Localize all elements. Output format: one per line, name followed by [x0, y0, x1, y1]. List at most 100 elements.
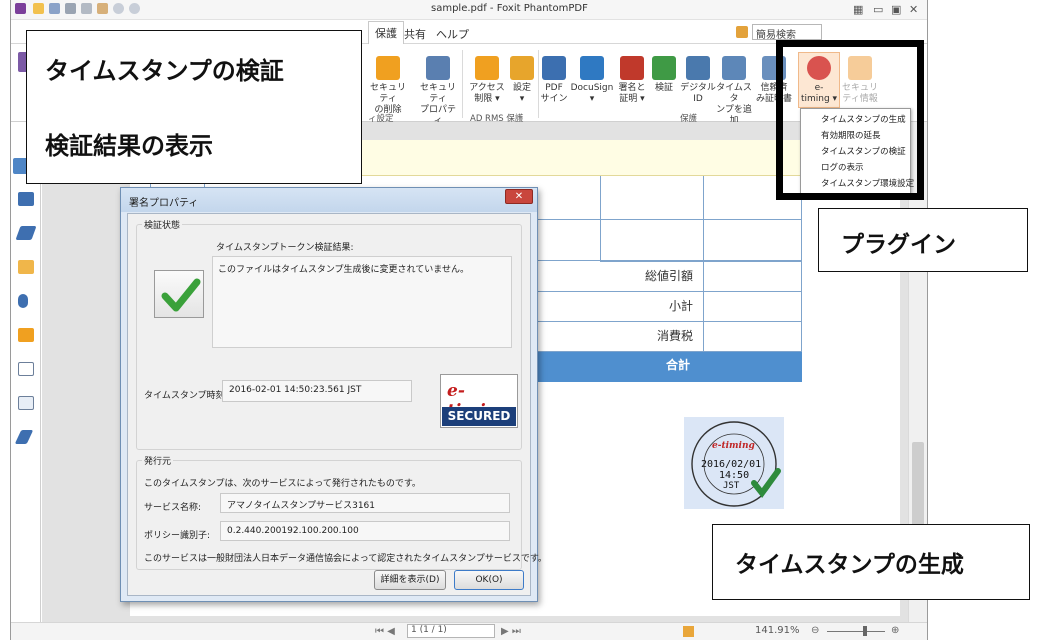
status-bar: ⏮ ◀ 1 (1 / 1) ▶ ⏭ 141.91% ⊖ ⊕ — [11, 622, 927, 640]
security-lock-icon[interactable] — [18, 328, 34, 342]
app-logo-icon[interactable] — [15, 3, 26, 14]
seal-date: 2016/02/01 — [701, 459, 762, 470]
tab-help[interactable]: ヘルプ — [436, 26, 469, 42]
dialog-close-button[interactable]: ✕ — [505, 189, 533, 204]
issuer-description: このタイムスタンプは、次のサービスによって発行されたものです。 — [144, 479, 421, 489]
pen-icon — [542, 56, 566, 80]
maximize-icon[interactable]: ▣ — [891, 3, 901, 16]
left-navigation-panel — [11, 122, 41, 622]
plugin-callout: プラグイン — [818, 208, 1028, 272]
button-label: セキュリティ — [419, 83, 456, 104]
issuer-group-title: 発行元 — [142, 454, 174, 467]
result-label: タイムスタンプトークン検証結果: — [216, 243, 354, 253]
dialog-body: 検証状態 タイムスタンプトークン検証結果: このファイルはタイムスタンプ生成後に… — [127, 213, 547, 596]
zoom-slider-thumb[interactable] — [863, 626, 867, 636]
search-input[interactable]: 簡易検索 — [752, 24, 822, 41]
timestamp-seal: e-timing 2016/02/01 14:50 JST — [684, 417, 784, 509]
generate-callout: タイムスタンプの生成 — [712, 524, 1030, 600]
callout-results-title: 検証結果の表示 — [45, 132, 213, 160]
timestamp-time-label: タイムスタンプ時刻: — [144, 391, 228, 401]
title-bar: sample.pdf - Foxit PhantomPDF ▦ ▭ ▣ ✕ — [11, 0, 927, 20]
hand-icon[interactable] — [97, 3, 108, 14]
button-label: セキュリティ — [369, 83, 406, 104]
clock-document-icon — [722, 56, 746, 80]
tax-label: 消費税 — [530, 321, 704, 352]
add-timestamp-button[interactable]: タイムスタ ンプを追加 — [712, 56, 756, 127]
remove-security-button[interactable]: セキュリティ の削除 — [366, 56, 410, 116]
signature-panel-icon[interactable] — [14, 430, 34, 444]
total-row: 合計 — [530, 352, 802, 382]
page-number-input[interactable]: 1 (1 / 1) — [407, 624, 495, 638]
redo-icon[interactable] — [129, 3, 140, 14]
first-page-icon[interactable]: ⏮ ◀ — [375, 626, 395, 637]
attachment-icon[interactable] — [18, 294, 28, 308]
dialog-title: 署名プロパティ — [121, 188, 537, 212]
verify-callout-box: タイムスタンプの検証 検証結果の表示 — [26, 30, 362, 184]
save-icon[interactable] — [49, 3, 60, 14]
document-search-icon[interactable] — [18, 362, 34, 376]
button-label: タイムスタ — [716, 83, 752, 104]
signature-properties-dialog: 署名プロパティ ✕ 検証状態 タイムスタンプトークン検証結果: このファイルはタ… — [120, 187, 547, 602]
zoom-out-icon[interactable]: ⊖ — [811, 625, 819, 636]
tax-value — [703, 321, 802, 352]
policy-id-label: ポリシー識別子: — [144, 531, 211, 541]
open-folder-icon[interactable] — [33, 3, 44, 14]
table-line — [530, 219, 802, 220]
check-icon — [154, 270, 204, 318]
callout-verify-title: タイムスタンプの検証 — [45, 57, 284, 85]
docusign-button[interactable]: DocuSign ▾ — [570, 56, 614, 105]
zoom-level: 141.91% — [755, 625, 800, 636]
seal-zone: JST — [723, 481, 740, 491]
sign-ribbon-icon — [620, 56, 644, 80]
tab-share[interactable]: 共有 — [404, 26, 426, 42]
id-card-icon — [686, 56, 710, 80]
button-label: ▾ — [589, 94, 595, 104]
plugin-highlight-frame — [776, 40, 924, 200]
scan-icon[interactable] — [81, 3, 92, 14]
next-page-icon[interactable]: ▶ ⏭ — [501, 626, 521, 637]
form-fields-icon[interactable] — [18, 396, 34, 410]
single-page-icon[interactable] — [683, 626, 694, 637]
status-group-title: 検証状態 — [142, 218, 183, 231]
search-icon[interactable] — [736, 26, 748, 38]
zoom-slider[interactable] — [827, 631, 885, 632]
zoom-in-icon[interactable]: ⊕ — [891, 625, 899, 636]
docusign-icon — [580, 56, 604, 80]
close-window-icon[interactable]: ✕ — [909, 3, 918, 16]
tab-protect[interactable]: 保護 — [368, 21, 404, 45]
service-name-field: アマノタイムスタンプサービス3161 — [220, 493, 510, 513]
show-details-button[interactable]: 詳細を表示(D) — [374, 570, 446, 590]
policy-id-field: 0.2.440.200192.100.200.100 — [220, 521, 510, 541]
timestamp-time-field: 2016-02-01 14:50:23.561 JST — [222, 380, 412, 402]
pages-icon[interactable] — [18, 192, 34, 206]
seal-brand: e-timing — [712, 441, 755, 451]
lock-gear-icon — [510, 56, 534, 80]
document-lock-icon — [426, 56, 450, 80]
separator — [462, 50, 463, 118]
certification-note: このサービスは一般財団法人日本データ通信協会によって認定されたタイムスタンプサー… — [144, 554, 547, 564]
seal-time: 14:50 — [719, 470, 750, 481]
button-label: DocuSign — [570, 83, 614, 93]
subtotal-label: 小計 — [530, 291, 704, 322]
layers-icon[interactable] — [15, 226, 37, 240]
logo-secured: SECURED — [442, 407, 516, 426]
pen-check-icon — [652, 56, 676, 80]
result-textbox: このファイルはタイムスタンプ生成後に変更されていません。 — [212, 256, 512, 348]
callout-generate-text: タイムスタンプの生成 — [735, 552, 964, 578]
security-properties-button[interactable]: セキュリティ プロパティ — [416, 56, 460, 127]
button-label: 証明 ▾ — [619, 94, 645, 104]
unlock-icon — [376, 56, 400, 80]
lock-shield-icon — [475, 56, 499, 80]
callout-plugin-text: プラグイン — [841, 232, 956, 258]
comments-icon[interactable] — [18, 260, 34, 274]
etiming-secured-logo: e-timing SECURED — [440, 374, 518, 428]
service-name-label: サービス名称: — [144, 503, 202, 513]
ok-button[interactable]: OK(O) — [454, 570, 524, 590]
subtotal-value — [703, 291, 802, 322]
undo-icon[interactable] — [113, 3, 124, 14]
minimize-icon[interactable]: ▭ — [873, 3, 883, 16]
print-icon[interactable] — [65, 3, 76, 14]
window-title: sample.pdf - Foxit PhantomPDF — [431, 3, 588, 14]
ribbon-options-icon[interactable]: ▦ — [853, 3, 863, 16]
discount-total-label: 総値引額 — [530, 260, 704, 292]
